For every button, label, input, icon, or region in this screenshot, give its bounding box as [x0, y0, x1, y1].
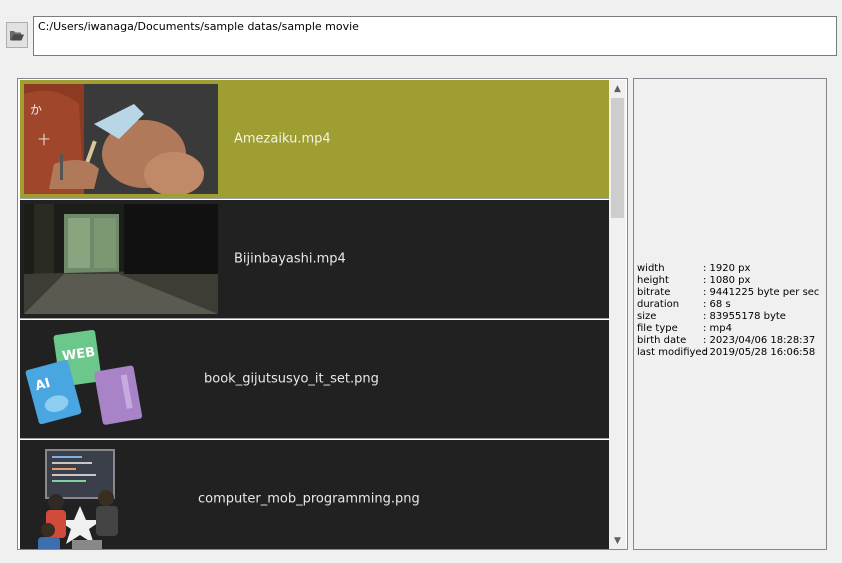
info-value: : 1080 px: [703, 275, 751, 286]
file-name: Amezaiku.mp4: [234, 131, 331, 147]
info-key: file type: [637, 323, 678, 334]
vertical-scrollbar[interactable]: ▲ ▼: [609, 80, 626, 549]
info-key: birth date: [637, 335, 687, 346]
info-key: duration: [637, 299, 680, 310]
folder-open-icon: [10, 30, 24, 40]
file-info-list: width : 1920 px height : 1080 px bitrate : …: [637, 263, 819, 359]
info-row: size : 83955178 byte: [637, 311, 819, 323]
file-list-item[interactable]: WEB AI book_gijutsusyo_it_set.png: [20, 320, 609, 439]
chevron-up-icon[interactable]: ▲: [609, 80, 626, 97]
open-folder-button[interactable]: [6, 22, 28, 48]
file-list-item[interactable]: か 十 Amezaiku.mp4: [20, 80, 609, 199]
file-list[interactable]: か 十 Amezaiku.mp4 Bijinbayashi.mp4 WEB AI…: [20, 80, 609, 549]
info-value: : 9441225 byte per sec: [703, 287, 820, 298]
info-value: : 83955178 byte: [703, 311, 786, 322]
info-key: height: [637, 275, 669, 286]
info-row: last modifiyed: 2019/05/28 16:06:58: [637, 347, 819, 359]
thumbnail-book-set: WEB AI: [24, 324, 218, 434]
chevron-down-icon[interactable]: ▼: [609, 532, 626, 549]
info-row: birth date : 2023/04/06 18:28:37: [637, 335, 819, 347]
file-list-panel: か 十 Amezaiku.mp4 Bijinbayashi.mp4 WEB AI…: [17, 78, 628, 550]
thumbnail-amezaiku: か 十: [24, 84, 218, 194]
path-field[interactable]: C:/Users/iwanaga/Documents/sample datas/…: [33, 16, 837, 56]
scrollbar-thumb[interactable]: [611, 98, 624, 218]
info-value: : mp4: [703, 323, 732, 334]
thumbnail-bijinbayashi: [24, 204, 218, 314]
info-key: width: [637, 263, 665, 274]
info-row: bitrate : 9441225 byte per sec: [637, 287, 819, 299]
thumbnail-mob-programming: [24, 444, 218, 549]
file-info-panel: width : 1920 px height : 1080 px bitrate : …: [633, 78, 827, 550]
file-name: computer_mob_programming.png: [198, 491, 420, 507]
info-value: : 1920 px: [703, 263, 751, 274]
info-row: width : 1920 px: [637, 263, 819, 275]
file-list-item[interactable]: computer_mob_programming.png: [20, 440, 609, 549]
info-row: file type : mp4: [637, 323, 819, 335]
svg-text:か: か: [30, 103, 42, 117]
info-value: : 2023/04/06 18:28:37: [703, 335, 816, 346]
file-list-item[interactable]: Bijinbayashi.mp4: [20, 200, 609, 319]
svg-text:十: 十: [38, 133, 50, 147]
file-name: Bijinbayashi.mp4: [234, 251, 346, 267]
info-key: size: [637, 311, 657, 322]
info-value: : 2019/05/28 16:06:58: [703, 347, 816, 358]
file-name: book_gijutsusyo_it_set.png: [204, 371, 379, 387]
info-key: bitrate: [637, 287, 671, 298]
info-key: last modifiyed: [637, 347, 708, 358]
info-row: height : 1080 px: [637, 275, 819, 287]
info-row: duration : 68 s: [637, 299, 819, 311]
info-value: : 68 s: [703, 299, 731, 310]
